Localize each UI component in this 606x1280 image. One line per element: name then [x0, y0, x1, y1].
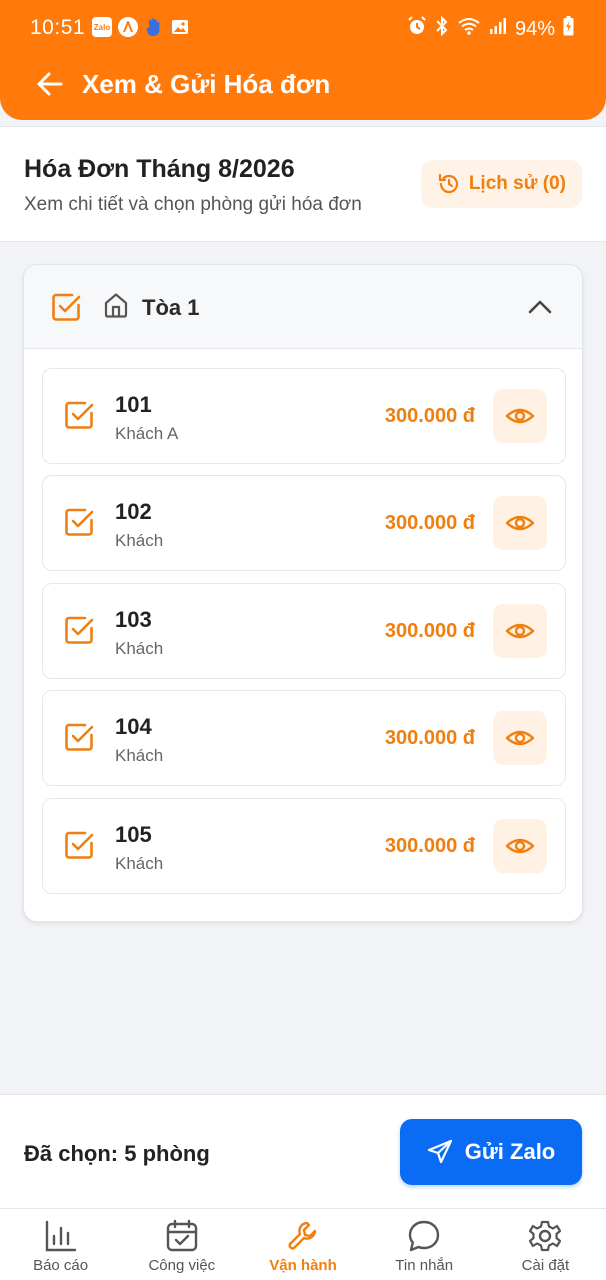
checkbox-checked-icon [65, 616, 94, 644]
view-invoice-button[interactable] [493, 711, 547, 765]
wifi-icon [457, 16, 481, 42]
status-system-icons: 94% [407, 15, 574, 42]
bottom-nav: Báo cáo Công việc Vận hành Tin nhắn Cài … [0, 1208, 606, 1280]
app-a-icon [118, 17, 138, 37]
room-amount: 300.000 đ [384, 620, 475, 642]
nav-label: Tin nhắn [395, 1257, 454, 1274]
building-name: Tòa 1 [142, 295, 200, 320]
bar-chart-icon [45, 1220, 76, 1252]
eye-icon [505, 838, 535, 854]
chat-bubble-icon [409, 1220, 440, 1252]
checkbox-checked-icon [65, 723, 94, 751]
eye-icon [505, 515, 535, 531]
hand-icon [144, 17, 164, 37]
room-checkbox[interactable] [63, 721, 95, 758]
room-tenant: Khách [115, 639, 164, 658]
building-checkbox[interactable] [50, 291, 82, 328]
battery-percent: 94% [514, 17, 555, 40]
battery-icon [563, 16, 574, 42]
room-checkbox[interactable] [63, 829, 95, 866]
room-tenant: Khách [115, 854, 164, 873]
building-card: Tòa 1 101 Khách A 300.000 đ 102 Khách 30… [23, 264, 583, 922]
send-icon [427, 1139, 452, 1164]
nav-item-tasks[interactable]: Công việc [121, 1209, 242, 1280]
room-amount: 300.000 đ [384, 727, 475, 749]
zalo-icon: Zalo [92, 17, 112, 37]
selected-count: Đã chọn: 5 phòng [24, 1141, 210, 1166]
alarm-icon [407, 16, 427, 42]
room-row[interactable]: 103 Khách 300.000 đ [42, 583, 566, 679]
eye-icon [505, 730, 535, 746]
room-row[interactable]: 101 Khách A 300.000 đ [42, 368, 566, 464]
nav-label: Báo cáo [33, 1257, 89, 1274]
room-row[interactable]: 104 Khách 300.000 đ [42, 690, 566, 786]
nav-item-operations[interactable]: Vận hành [242, 1209, 363, 1280]
room-number: 103 [115, 607, 152, 632]
eye-icon [505, 623, 535, 639]
checkbox-checked-icon [65, 508, 94, 536]
invoice-title: Hóa Đơn Tháng 8/2026 [24, 155, 295, 183]
nav-label: Công việc [148, 1257, 216, 1274]
home-icon [102, 291, 130, 324]
room-amount: 300.000 đ [384, 512, 475, 534]
view-invoice-button[interactable] [493, 389, 547, 443]
room-tenant: Khách A [115, 424, 179, 443]
checkbox-checked-icon [65, 831, 94, 859]
view-invoice-button[interactable] [493, 604, 547, 658]
nav-item-reports[interactable]: Báo cáo [0, 1209, 121, 1280]
room-row[interactable]: 105 Khách 300.000 đ [42, 798, 566, 894]
send-zalo-button[interactable]: Gửi Zalo [400, 1119, 582, 1185]
header-bar: 10:51 Zalo 94% Xem & Gửi Hóa đơn [0, 0, 606, 120]
send-zalo-label: Gửi Zalo [464, 1139, 556, 1164]
nav-item-messages[interactable]: Tin nhắn [364, 1209, 485, 1280]
eye-icon [505, 408, 535, 424]
gear-icon [529, 1220, 562, 1252]
invoice-subtitle: Xem chi tiết và chọn phòng gửi hóa đơn [24, 194, 362, 215]
view-invoice-button[interactable] [493, 819, 547, 873]
room-checkbox[interactable] [63, 506, 95, 543]
room-tenant: Khách [115, 531, 164, 550]
image-icon [170, 17, 190, 37]
bluetooth-icon [435, 15, 449, 42]
room-number: 102 [115, 499, 152, 524]
room-number: 104 [115, 714, 152, 739]
room-checkbox[interactable] [63, 614, 95, 651]
room-amount: 300.000 đ [384, 405, 475, 427]
room-number: 105 [115, 822, 152, 847]
page-title: Xem & Gửi Hóa đơn [82, 68, 331, 99]
signal-icon [489, 17, 507, 41]
title-row: Xem & Gửi Hóa đơn [0, 56, 606, 112]
status-time: 10:51 [30, 16, 86, 39]
status-bar: 10:51 Zalo 94% [0, 0, 606, 56]
nav-label: Cài đặt [521, 1257, 570, 1274]
checkbox-checked-icon [65, 401, 94, 429]
app-screen: 10:51 Zalo 94% Xem & Gửi Hóa đơn Hóa Đơn… [0, 0, 606, 1280]
checkbox-checked-icon [52, 293, 81, 321]
history-label: Lịch sử (0) [468, 173, 566, 194]
history-button[interactable]: Lịch sử (0) [420, 160, 582, 208]
status-app-icons: Zalo [92, 17, 190, 37]
chevron-up-icon[interactable] [526, 293, 554, 326]
invoice-month-section: Hóa Đơn Tháng 8/2026 Xem chi tiết và chọ… [0, 126, 606, 242]
arrow-left-icon [37, 72, 63, 96]
room-number: 101 [115, 392, 152, 417]
history-icon [438, 173, 458, 194]
calendar-check-icon [166, 1219, 197, 1252]
room-row[interactable]: 102 Khách 300.000 đ [42, 475, 566, 571]
nav-label: Vận hành [269, 1257, 337, 1274]
back-button[interactable] [24, 62, 76, 106]
room-amount: 300.000 đ [384, 835, 475, 857]
action-bar: Đã chọn: 5 phòng Gửi Zalo [0, 1094, 606, 1208]
wrench-icon [288, 1221, 317, 1250]
view-invoice-button[interactable] [493, 496, 547, 550]
building-header[interactable]: Tòa 1 [24, 265, 582, 349]
nav-item-settings[interactable]: Cài đặt [485, 1209, 606, 1280]
room-checkbox[interactable] [63, 399, 95, 436]
room-tenant: Khách [115, 746, 164, 765]
